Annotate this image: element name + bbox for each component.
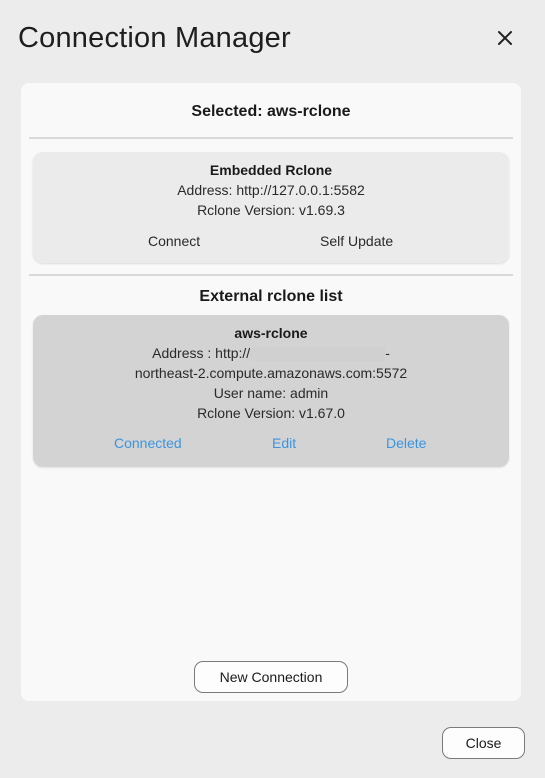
address-suffix: -: [385, 345, 390, 361]
external-list-title: External rclone list: [199, 288, 343, 305]
self-update-button[interactable]: Self Update: [320, 233, 393, 249]
selected-connection-title: Selected: aws-rclone: [191, 103, 351, 120]
new-connection-button[interactable]: New Connection: [194, 661, 348, 693]
edit-button[interactable]: Edit: [272, 435, 296, 451]
embedded-rclone-card: Embedded Rclone Address: http://127.0.0.…: [33, 152, 509, 263]
connected-status-button[interactable]: Connected: [114, 435, 182, 451]
connection-address: Address : http:// -: [33, 343, 509, 363]
connection-username: User name: admin: [213, 385, 329, 401]
embedded-version: Rclone Version: v1.69.3: [197, 202, 345, 218]
divider: [29, 137, 513, 139]
close-button[interactable]: Close: [442, 727, 525, 759]
external-connection-item[interactable]: aws-rclone Address : http:// - northeast-…: [33, 315, 509, 467]
connection-address-line2: northeast-2.compute.amazonaws.com:5572: [134, 365, 408, 381]
connection-version: Rclone Version: v1.67.0: [197, 405, 345, 421]
divider: [29, 274, 513, 276]
embedded-name: Embedded Rclone: [209, 162, 333, 178]
address-prefix: Address : http://: [152, 345, 251, 361]
close-icon[interactable]: [492, 25, 518, 51]
connect-button[interactable]: Connect: [148, 233, 200, 249]
delete-button[interactable]: Delete: [386, 435, 426, 451]
embedded-address: Address: http://127.0.0.1:5582: [177, 182, 365, 198]
connection-name: aws-rclone: [234, 325, 308, 341]
connections-panel: Selected: aws-rclone Embedded Rclone Add…: [21, 83, 521, 701]
window-title: Connection Manager: [18, 22, 291, 54]
redacted-host: [250, 347, 386, 362]
